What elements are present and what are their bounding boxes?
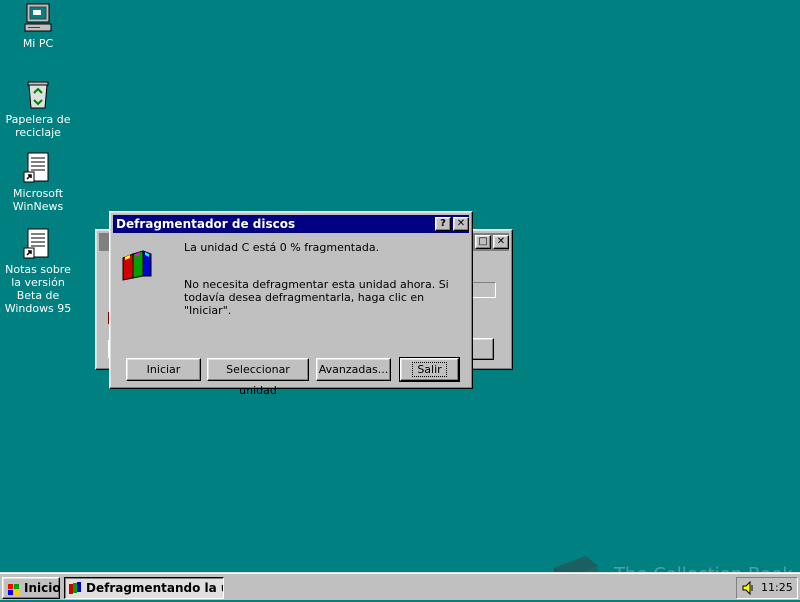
start-button[interactable]: Inicio bbox=[2, 577, 61, 599]
defrag-app-icon bbox=[120, 248, 154, 282]
fragmentation-status: La unidad C está 0 % fragmentada. bbox=[184, 241, 380, 254]
start-label: Inicio bbox=[24, 581, 61, 595]
maximize-button[interactable]: □ bbox=[475, 235, 491, 249]
taskbar: Inicio Defragmentando la u... 11:25 bbox=[0, 572, 800, 600]
exit-button[interactable]: Salir bbox=[399, 357, 460, 382]
windows-logo-icon bbox=[7, 582, 21, 595]
desktop-icon-my-computer[interactable]: Mi PC bbox=[0, 2, 76, 50]
recommendation-message: No necesita defragmentar esta unidad aho… bbox=[184, 278, 449, 317]
desktop-icon-label: Papelera de reciclaje bbox=[5, 113, 71, 139]
defrag-app-icon bbox=[68, 581, 82, 595]
close-button[interactable]: ✕ bbox=[493, 235, 509, 249]
defrag-dialog[interactable]: Defragmentador de discos ? ✕ La unidad C… bbox=[109, 211, 473, 397]
desktop-icon-label: Microsoft WinNews bbox=[12, 187, 64, 213]
speaker-icon[interactable] bbox=[741, 580, 755, 596]
system-tray: 11:25 bbox=[736, 577, 798, 599]
dialog-titlebar[interactable]: Defragmentador de discos bbox=[113, 215, 469, 233]
desktop-icon-recycle-bin[interactable]: Papelera de reciclaje bbox=[0, 78, 76, 139]
document-shortcut-icon bbox=[22, 152, 54, 184]
document-shortcut-icon bbox=[22, 228, 54, 260]
help-button[interactable]: ? bbox=[435, 217, 451, 231]
advanced-button[interactable]: Avanzadas... bbox=[316, 358, 391, 381]
desktop-icon-winnews[interactable]: Microsoft WinNews bbox=[0, 152, 76, 213]
dialog-title: Defragmentador de discos bbox=[116, 217, 296, 231]
select-drive-button[interactable]: Seleccionar unidad bbox=[207, 358, 309, 397]
taskbar-item-label: Defragmentando la u... bbox=[86, 581, 223, 595]
desktop-icon-beta-notes[interactable]: Notas sobre la versión Beta de Windows 9… bbox=[0, 228, 76, 315]
my-computer-icon bbox=[22, 2, 54, 34]
start-button[interactable]: Iniciar bbox=[126, 358, 201, 381]
clock[interactable]: 11:25 bbox=[761, 581, 793, 594]
recycle-bin-icon bbox=[22, 78, 54, 110]
close-button[interactable]: ✕ bbox=[453, 217, 469, 231]
desktop-icon-label: Mi PC bbox=[22, 37, 54, 50]
taskbar-item-defrag[interactable]: Defragmentando la u... bbox=[64, 577, 224, 599]
desktop-icon-label: Notas sobre la versión Beta de Windows 9… bbox=[4, 263, 72, 315]
